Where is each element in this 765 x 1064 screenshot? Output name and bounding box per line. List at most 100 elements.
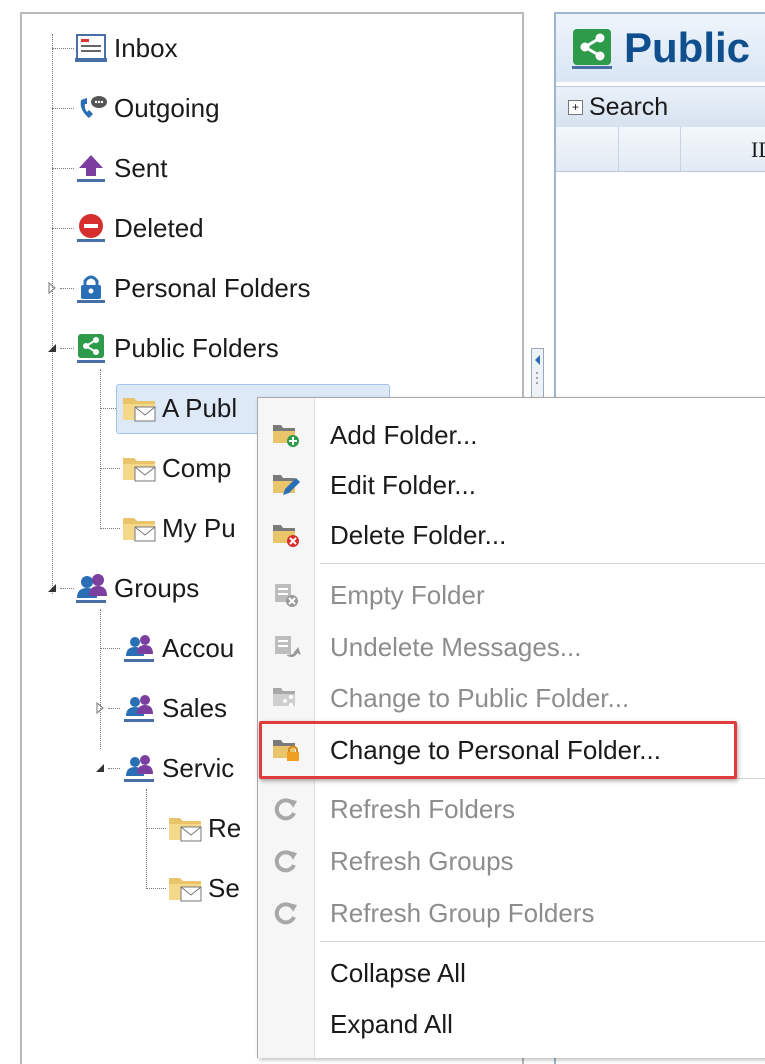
lock-icon (72, 268, 112, 308)
collapse-arrow-icon[interactable] (46, 582, 58, 594)
outgoing-icon (72, 88, 112, 128)
menu-item-refresh-folders[interactable]: Refresh Folders (258, 784, 765, 834)
menu-item-refresh-groups[interactable]: Refresh Groups (258, 836, 765, 886)
tree-item-sales[interactable]: Sales (120, 688, 227, 728)
expand-arrow-icon[interactable] (94, 702, 106, 714)
collapse-arrow-icon[interactable] (46, 342, 58, 354)
column-header[interactable] (680, 127, 681, 171)
tree-line (108, 768, 120, 769)
undelete-icon (258, 622, 314, 672)
tree-item-deleted[interactable]: Deleted (72, 208, 204, 248)
tree-item-personal-folders[interactable]: Personal Folders (72, 268, 311, 308)
tree-item-service[interactable]: Servic (120, 748, 234, 788)
add-folder-icon (258, 410, 314, 460)
inbox-icon (72, 28, 112, 68)
tree-item-groups[interactable]: Groups (72, 568, 199, 608)
tree-item-label: Servic (162, 752, 235, 783)
group-icon (120, 628, 160, 668)
tree-item-label: Re (208, 812, 242, 843)
tree-item-label: Deleted (114, 212, 204, 243)
refresh-icon (258, 888, 314, 938)
folder-mail-icon (120, 448, 160, 488)
expand-arrow-icon[interactable] (46, 282, 58, 294)
tree-item-my-public[interactable]: My Pu (120, 508, 236, 548)
pane-title: Public (624, 24, 751, 71)
menu-item-label: Expand All (330, 1008, 453, 1039)
menu-item-label: Add Folder... (330, 419, 478, 450)
menu-item-empty-folder[interactable]: Empty Folder (258, 570, 765, 620)
tree-item-label: Accou (162, 632, 235, 663)
tree-line (146, 828, 166, 829)
folder-mail-icon (120, 388, 160, 428)
tree-item-comp[interactable]: Comp (120, 448, 231, 488)
tree-item-public-folders[interactable]: Public Folders (72, 328, 279, 368)
tree-item-label: Se (208, 872, 240, 903)
menu-item-change-to-public[interactable]: Change to Public Folder... (258, 673, 765, 723)
menu-item-label: Refresh Group Folders (330, 897, 595, 928)
search-bar[interactable]: + Search (556, 86, 765, 128)
collapse-arrow-icon[interactable] (94, 762, 106, 774)
tree-item-label: Comp (162, 452, 232, 483)
tree-line (52, 228, 74, 229)
menu-item-refresh-group-folders[interactable]: Refresh Group Folders (258, 888, 765, 938)
tree-item-label: Inbox (114, 32, 178, 63)
tree-line (100, 609, 101, 749)
share-icon (72, 328, 112, 368)
column-header-id[interactable]: ID (751, 137, 765, 163)
tree-item-outgoing[interactable]: Outgoing (72, 88, 220, 128)
group-icon (120, 748, 160, 788)
tree-item-a-public-folder[interactable]: A Publ (116, 384, 390, 434)
tree-line (100, 648, 120, 649)
folder-mail-icon (166, 808, 206, 848)
tree-item-label: My Pu (162, 512, 236, 543)
edit-folder-icon (258, 460, 314, 510)
group-icon (72, 568, 112, 608)
refresh-icon (258, 836, 314, 886)
folder-mail-icon (120, 508, 160, 548)
menu-item-label: Change to Public Folder... (330, 682, 630, 713)
search-label: Search (589, 92, 669, 121)
pane-header: Public (556, 14, 765, 82)
group-icon (120, 688, 160, 728)
tree-line (52, 34, 53, 594)
menu-item-undelete-messages[interactable]: Undelete Messages... (258, 622, 765, 672)
tree-item-sent[interactable]: Sent (72, 148, 168, 188)
menu-item-edit-folder[interactable]: Edit Folder... (258, 460, 765, 510)
tree-line (100, 528, 120, 529)
tree-line (146, 888, 166, 889)
column-header[interactable] (618, 127, 619, 171)
tree-line (100, 468, 120, 469)
tree-item-inbox[interactable]: Inbox (72, 28, 178, 68)
public-folder-icon (258, 673, 314, 723)
sent-icon (72, 148, 112, 188)
tree-item-re[interactable]: Re (166, 808, 241, 848)
menu-item-label: Empty Folder (330, 579, 485, 610)
splitter-handle[interactable] (531, 348, 544, 400)
menu-item-collapse-all[interactable]: Collapse All (258, 948, 765, 998)
tree-item-label: Groups (114, 572, 200, 603)
tree-item-se[interactable]: Se (166, 868, 240, 908)
menu-item-add-folder[interactable]: Add Folder... (258, 410, 765, 460)
tree-item-label: Sales (162, 692, 228, 723)
tree-item-label: Personal Folders (114, 272, 311, 303)
tree-line (52, 48, 74, 49)
menu-item-label: Delete Folder... (330, 519, 507, 550)
tree-line (146, 789, 147, 889)
menu-item-expand-all[interactable]: Expand All (258, 999, 765, 1049)
menu-item-label: Edit Folder... (330, 469, 476, 500)
menu-item-label: Collapse All (330, 957, 466, 988)
menu-item-label: Refresh Groups (330, 845, 514, 876)
menu-item-delete-folder[interactable]: Delete Folder... (258, 510, 765, 560)
menu-item-label: Undelete Messages... (330, 631, 582, 662)
tree-line (52, 168, 74, 169)
folder-mail-icon (166, 868, 206, 908)
tree-item-accounts[interactable]: Accou (120, 628, 234, 668)
tree-line (108, 708, 120, 709)
tree-line (52, 108, 74, 109)
expand-plus-icon[interactable]: + (568, 99, 583, 115)
column-header-row: ID (556, 127, 765, 172)
tree-item-label: Public Folders (114, 332, 279, 363)
menu-separator (320, 941, 765, 942)
deleted-icon (72, 208, 112, 248)
menu-separator (320, 563, 765, 564)
